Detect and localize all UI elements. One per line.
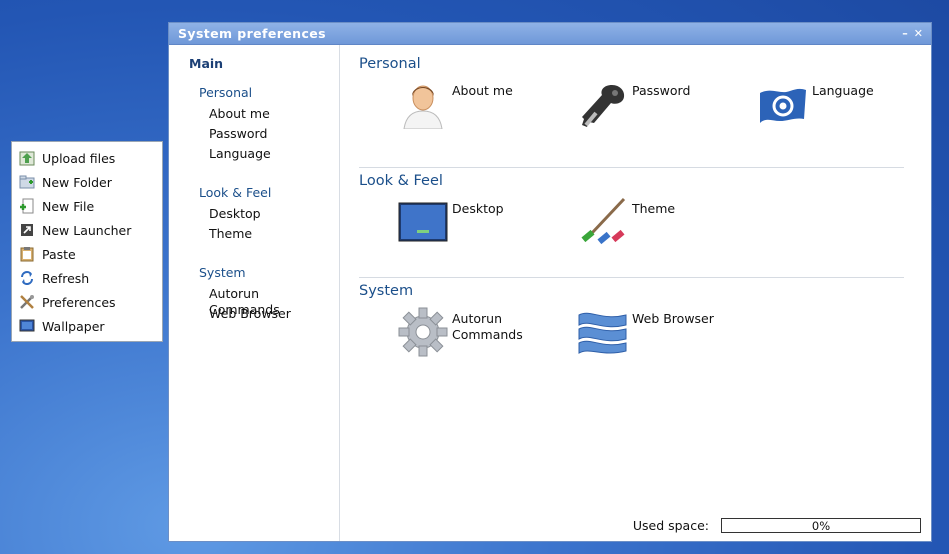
menu-item-new-launcher[interactable]: New Launcher	[12, 218, 162, 242]
section-divider	[359, 167, 904, 168]
tile-web-browser[interactable]: Web Browser	[578, 307, 714, 357]
sidebar-category-personal[interactable]: Personal	[199, 85, 252, 100]
sidebar: Main Personal About me Password Language…	[169, 45, 340, 541]
menu-item-upload-files[interactable]: Upload files	[12, 146, 162, 170]
menu-item-preferences[interactable]: Preferences	[12, 290, 162, 314]
menu-item-paste[interactable]: Paste	[12, 242, 162, 266]
window-titlebar[interactable]: System preferences – ✕	[169, 23, 931, 45]
menu-item-refresh[interactable]: Refresh	[12, 266, 162, 290]
gear-icon	[398, 307, 448, 357]
tile-autorun-commands[interactable]: Autorun Commands	[398, 307, 523, 357]
clipboard-icon	[18, 245, 36, 263]
tile-desktop[interactable]: Desktop	[398, 197, 504, 247]
tools-icon	[18, 293, 36, 311]
desktop-icon	[398, 202, 448, 242]
wallpaper-icon	[18, 317, 36, 335]
sidebar-item-language[interactable]: Language	[209, 146, 271, 161]
close-button[interactable]: ✕	[914, 27, 923, 40]
upload-icon	[18, 149, 36, 167]
tile-theme[interactable]: Theme	[578, 197, 675, 247]
section-title-personal: Personal	[359, 56, 421, 72]
section-title-look-and-feel: Look & Feel	[359, 173, 443, 189]
paintbrush-icon	[581, 197, 626, 245]
used-space-label: Used space:	[632, 518, 709, 533]
waves-icon	[578, 312, 627, 354]
refresh-icon	[18, 269, 36, 287]
minimize-button[interactable]: –	[902, 27, 908, 40]
menu-item-new-file[interactable]: New File	[12, 194, 162, 218]
sidebar-item-theme[interactable]: Theme	[209, 226, 252, 241]
tile-language[interactable]: Language	[758, 79, 874, 129]
sidebar-item-password[interactable]: Password	[209, 126, 267, 141]
key-icon	[582, 85, 625, 127]
sidebar-category-system[interactable]: System	[199, 265, 246, 280]
person-icon	[403, 85, 443, 129]
system-preferences-window: System preferences – ✕ Main Personal Abo…	[168, 22, 932, 542]
section-divider	[359, 277, 904, 278]
sidebar-item-desktop[interactable]: Desktop	[209, 206, 261, 221]
menu-item-new-folder[interactable]: New Folder	[12, 170, 162, 194]
sidebar-main-heading[interactable]: Main	[189, 56, 223, 71]
sidebar-item-web-browser[interactable]: Web Browser	[209, 306, 291, 321]
sidebar-category-look-and-feel[interactable]: Look & Feel	[199, 185, 271, 200]
new-file-icon	[18, 197, 36, 215]
used-space-progress-bar: 0%	[721, 518, 921, 533]
flag-icon	[760, 88, 806, 123]
new-folder-icon	[18, 173, 36, 191]
tile-about-me[interactable]: About me	[398, 79, 513, 129]
window-title: System preferences	[178, 26, 326, 41]
preferences-content: Personal About me Password Language Look…	[340, 45, 931, 541]
used-space-indicator: Used space: 0%	[633, 518, 921, 533]
used-space-value: 0%	[811, 519, 831, 533]
menu-item-wallpaper[interactable]: Wallpaper	[12, 314, 162, 338]
desktop-context-menu: Upload files New Folder New File New Lau…	[11, 141, 163, 342]
tile-password[interactable]: Password	[578, 79, 690, 129]
launcher-icon	[18, 221, 36, 239]
section-title-system: System	[359, 283, 414, 299]
sidebar-item-about-me[interactable]: About me	[209, 106, 270, 121]
